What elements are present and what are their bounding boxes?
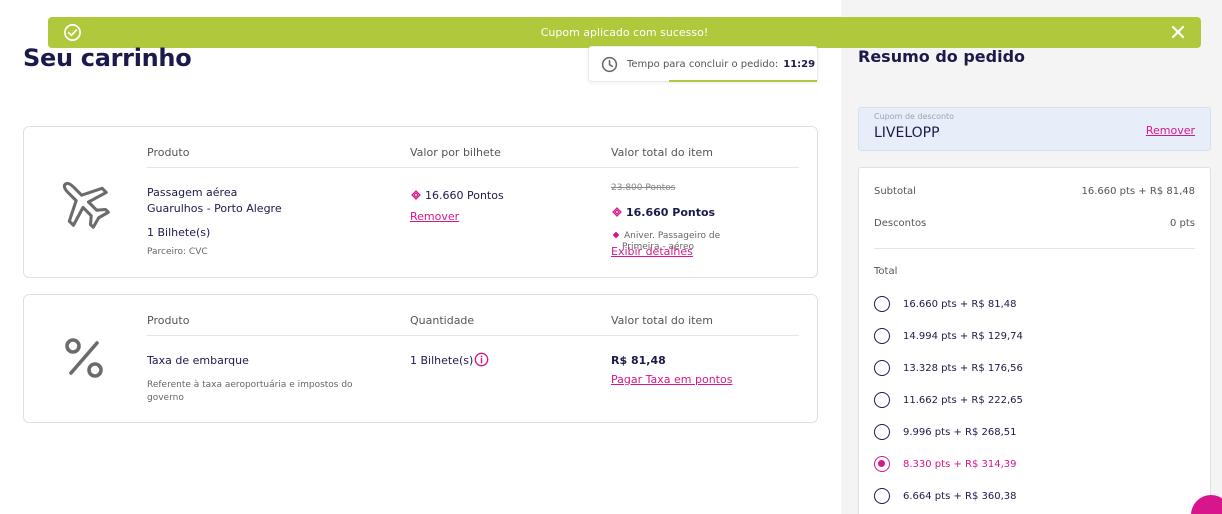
payment-option-label: 8.330 pts + R$ 314,39 [903, 458, 1017, 470]
total-row: Total [874, 266, 1195, 277]
coupon-box: Cupom de desconto LIVELOPP Remover [858, 107, 1211, 151]
timer-label: Tempo para concluir o pedido: [627, 58, 779, 70]
fee-quantity: 1 Bilhete(s) [410, 354, 474, 367]
old-total: 23.800 Pontos [611, 183, 676, 193]
toast-message: Cupom aplicado com sucesso! [540, 26, 709, 39]
check-circle-icon [64, 24, 81, 41]
subtotal-row: Subtotal 16.660 pts + R$ 81,48 [874, 186, 1195, 197]
summary-divider [874, 248, 1195, 249]
radio-button[interactable] [874, 488, 890, 504]
fee-description: Referente à taxa aeroportuária e imposto… [147, 380, 353, 390]
subtotal-label: Subtotal [874, 186, 916, 197]
header-product: Produto [147, 314, 190, 327]
timer-value: 11:29 [783, 58, 816, 70]
summary-box: Subtotal 16.660 pts + R$ 81,48 Descontos… [858, 167, 1211, 514]
payment-option-label: 9.996 pts + R$ 268,51 [903, 426, 1017, 438]
header-unit-price: Valor por bilhete [410, 146, 501, 159]
info-icon[interactable] [474, 352, 489, 367]
pay-fee-with-points-link[interactable]: Pagar Taxa em pontos [611, 373, 732, 386]
ticket-count: 1 Bilhete(s) [147, 226, 211, 239]
header-divider [147, 335, 799, 336]
header-product: Produto [147, 146, 190, 159]
product-route: Guarulhos - Porto Alegre [147, 202, 282, 215]
radio-button[interactable] [874, 392, 890, 408]
coupon-code: LIVELOPP [874, 125, 940, 141]
unit-price: 16.660 Pontos [410, 189, 504, 202]
remove-link[interactable]: Remover [410, 210, 459, 223]
percent-icon [65, 338, 103, 378]
product-name: Passagem aérea [147, 186, 238, 199]
subtotal-value: 16.660 pts + R$ 81,48 [1081, 186, 1195, 197]
payment-option[interactable]: 11.662 pts + R$ 222,65 [874, 392, 1023, 408]
clock-icon [601, 56, 618, 72]
fee-description-line2: governo [147, 393, 184, 403]
radio-button[interactable] [874, 360, 890, 376]
radio-button[interactable] [874, 296, 890, 312]
airplane-icon [62, 181, 110, 229]
header-quantity: Quantidade [410, 314, 475, 327]
coupon-label: Cupom de desconto [874, 112, 955, 121]
payment-option-label: 13.328 pts + R$ 176,56 [903, 362, 1023, 374]
payment-option-label: 11.662 pts + R$ 222,65 [903, 394, 1023, 406]
fee-name: Taxa de embarque [147, 354, 249, 367]
header-divider [147, 167, 799, 168]
page-title: Seu carrinho [23, 44, 192, 72]
discounts-row: Descontos 0 pts [874, 218, 1195, 229]
radio-button[interactable] [874, 328, 890, 344]
partner-label: Parceiro: CVC [147, 247, 208, 257]
fee-total: R$ 81,48 [611, 354, 666, 367]
points-icon [411, 190, 421, 200]
payment-option-label: 16.660 pts + R$ 81,48 [903, 298, 1017, 310]
cart-item-flight: Produto Valor por bilhete Valor total do… [23, 126, 818, 278]
checkout-timer: Tempo para concluir o pedido: 11:29 [588, 46, 818, 82]
discounts-label: Descontos [874, 218, 927, 229]
summary-title: Resumo do pedido [858, 47, 1026, 66]
radio-button[interactable] [874, 424, 890, 440]
header-item-total: Valor total do item [611, 146, 713, 159]
promo-tag: Aniver. Passageiro de [611, 230, 720, 241]
payment-option[interactable]: 13.328 pts + R$ 176,56 [874, 360, 1023, 376]
payment-option-label: 6.664 pts + R$ 360,38 [903, 490, 1017, 502]
success-toast: Cupom aplicado com sucesso! [48, 17, 1201, 48]
payment-option[interactable]: 16.660 pts + R$ 81,48 [874, 296, 1017, 312]
points-icon [612, 207, 622, 217]
discounts-value: 0 pts [1169, 218, 1195, 229]
payment-option[interactable]: 8.330 pts + R$ 314,39 [874, 456, 1017, 472]
total-label: Total [874, 266, 898, 277]
show-details-link[interactable]: Exibir detalhes [611, 245, 693, 258]
payment-option-label: 14.994 pts + R$ 129,74 [903, 330, 1023, 342]
payment-option[interactable]: 14.994 pts + R$ 129,74 [874, 328, 1023, 344]
header-item-total: Valor total do item [611, 314, 713, 327]
close-icon[interactable] [1169, 23, 1187, 41]
payment-option[interactable]: 9.996 pts + R$ 268,51 [874, 424, 1017, 440]
cart-item-boarding-fee: Produto Quantidade Valor total do item T… [23, 294, 818, 423]
remove-coupon-link[interactable]: Remover [1146, 124, 1195, 137]
radio-button[interactable] [874, 456, 890, 472]
item-total: 16.660 Pontos [611, 206, 715, 219]
promo-icon [612, 231, 620, 239]
payment-option[interactable]: 6.664 pts + R$ 360,38 [874, 488, 1017, 504]
